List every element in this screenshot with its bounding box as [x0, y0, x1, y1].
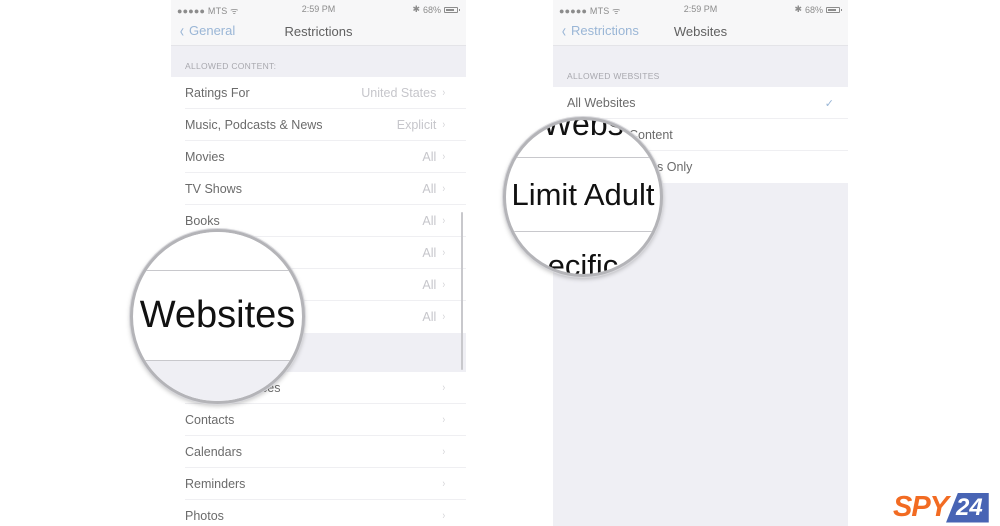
magnified-bottom-fragment: ecific [547, 248, 619, 277]
checkmark-icon: ✓ [824, 97, 834, 110]
section-header-allowed-content: ALLOWED CONTENT: [185, 61, 277, 71]
chevron-right-icon: › [442, 247, 446, 259]
magnified-text: Websites [139, 294, 296, 336]
chevron-right-icon: › [442, 311, 446, 323]
page-title: Websites [673, 24, 728, 39]
magnified-text: Limit Adult [511, 177, 655, 212]
magnifier-websites: Websites [130, 229, 305, 404]
option-all-websites[interactable]: All Websites ✓ [553, 87, 848, 119]
page-title: Restrictions [284, 24, 353, 39]
list-item-ratings-for[interactable]: Ratings For United States › [171, 77, 466, 109]
chevron-right-icon: › [442, 510, 446, 522]
chevron-right-icon: › [442, 215, 446, 227]
battery-icon [444, 6, 460, 13]
list-item-reminders[interactable]: Reminders › [171, 468, 466, 500]
scrollbar[interactable] [461, 212, 463, 370]
section-header-allowed-websites: ALLOWED WEBSITES [567, 71, 660, 81]
battery-percent: 68% [804, 4, 823, 15]
chevron-right-icon: › [442, 414, 446, 426]
list-item-music-podcasts-news[interactable]: Music, Podcasts & News Explicit › [171, 109, 466, 141]
chevron-right-icon: › [442, 183, 446, 195]
nav-bar: ‹ Restrictions Websites [553, 18, 848, 46]
spy24-logo: SPY 24 [893, 491, 989, 524]
chevron-right-icon: › [442, 87, 446, 99]
magnifier-limit-adult: Webs Limit Adult ecific [503, 117, 663, 277]
chevron-right-icon: › [442, 382, 446, 394]
bluetooth-icon: ✱ [794, 4, 802, 14]
list-item-tv-shows[interactable]: TV Shows All › [171, 173, 466, 205]
stage: ●●●●● MTS ᯤ 2:59 PM ✱ 68% ‹ General Rest… [0, 0, 1000, 526]
status-bar: ●●●●● MTS ᯤ 2:59 PM ✱ 68% [553, 0, 848, 18]
chevron-right-icon: › [442, 446, 446, 458]
chevron-right-icon: › [442, 151, 446, 163]
status-bar: ●●●●● MTS ᯤ 2:59 PM ✱ 68% [171, 0, 466, 18]
battery-percent: 68% [422, 4, 441, 15]
list-item-calendars[interactable]: Calendars › [171, 436, 466, 468]
battery-icon [826, 6, 842, 13]
nav-bar: ‹ General Restrictions [171, 18, 466, 46]
magnified-top-fragment: Webs [542, 117, 624, 142]
bluetooth-icon: ✱ [412, 4, 420, 14]
chevron-right-icon: › [442, 279, 446, 291]
chevron-right-icon: › [442, 119, 446, 131]
list-item-movies[interactable]: Movies All › [171, 141, 466, 173]
list-item-contacts[interactable]: Contacts › [171, 404, 466, 436]
list-item-photos[interactable]: Photos › [171, 500, 466, 526]
chevron-right-icon: › [442, 478, 446, 490]
